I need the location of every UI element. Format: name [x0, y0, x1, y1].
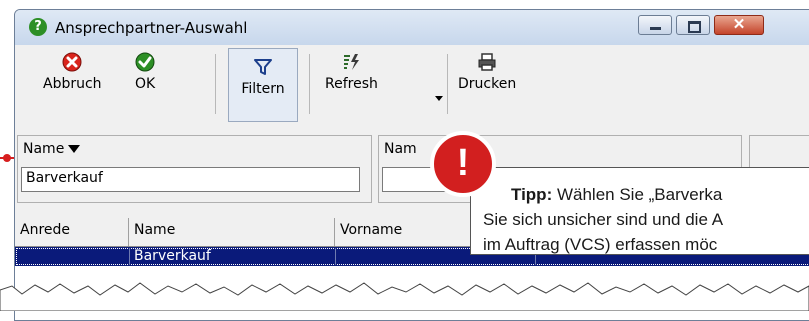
dialog-window: ? Ansprechpartner-Auswahl ✕ Abbruch OK F — [14, 9, 809, 321]
print-label: Drucken — [458, 76, 517, 92]
cancel-x-icon — [62, 52, 82, 72]
close-button[interactable]: ✕ — [714, 15, 764, 35]
tip-line-1: Tipp: Wählen Sie „Barverka — [511, 185, 723, 204]
ok-button[interactable]: OK — [135, 52, 155, 92]
tip-callout: Tipp: Wählen Sie „Barverka Sie sich unsi… — [470, 167, 809, 255]
close-icon: ✕ — [732, 16, 746, 33]
callout-pointer-dot — [3, 154, 11, 162]
toolbar-separator — [215, 54, 216, 114]
column-anrede[interactable]: Anrede — [15, 218, 129, 246]
refresh-label: Refresh — [325, 76, 378, 92]
second-filter-label: Nam — [384, 141, 417, 157]
title-bar: ? Ansprechpartner-Auswahl ✕ — [15, 10, 809, 45]
print-button[interactable]: Drucken — [458, 52, 516, 92]
help-question-icon: ? — [29, 18, 47, 36]
refresh-lightning-icon — [344, 54, 360, 70]
funnel-icon — [254, 59, 272, 75]
filter-button[interactable]: Filtern — [228, 48, 298, 122]
name-filter-label[interactable]: Name — [23, 141, 81, 157]
cancel-label: Abbruch — [43, 76, 102, 92]
toolbar-separator — [309, 54, 310, 114]
minimize-button[interactable] — [638, 15, 672, 35]
toolbar-separator — [447, 54, 448, 114]
column-name[interactable]: Name — [129, 218, 335, 246]
ok-label: OK — [135, 76, 156, 92]
ok-check-icon — [135, 52, 155, 72]
cancel-button[interactable]: Abbruch — [43, 52, 102, 92]
cell-name: Barverkauf — [129, 248, 336, 265]
name-filter-group: Name Barverkauf — [17, 135, 372, 203]
sort-down-icon — [68, 145, 81, 153]
tip-line-2: Sie sich unsicher sind und die A — [483, 210, 724, 229]
refresh-dropdown-icon[interactable] — [435, 96, 443, 101]
tip-line-3: im Auftrag (VCS) erfassen möc — [483, 235, 718, 254]
toolbar: Abbruch OK Filtern Refresh Drucken — [15, 46, 809, 130]
warning-exclamation-icon: ! — [430, 131, 496, 197]
name-filter-input[interactable]: Barverkauf — [21, 167, 360, 192]
torn-edge — [0, 282, 809, 311]
printer-icon — [478, 53, 496, 71]
filter-label: Filtern — [241, 81, 285, 97]
refresh-button[interactable]: Refresh — [325, 52, 378, 92]
cell-anrede — [15, 248, 130, 265]
maximize-button[interactable] — [676, 15, 710, 35]
window-title: Ansprechpartner-Auswahl — [55, 19, 248, 37]
tip-prefix: Tipp: — [511, 185, 553, 204]
